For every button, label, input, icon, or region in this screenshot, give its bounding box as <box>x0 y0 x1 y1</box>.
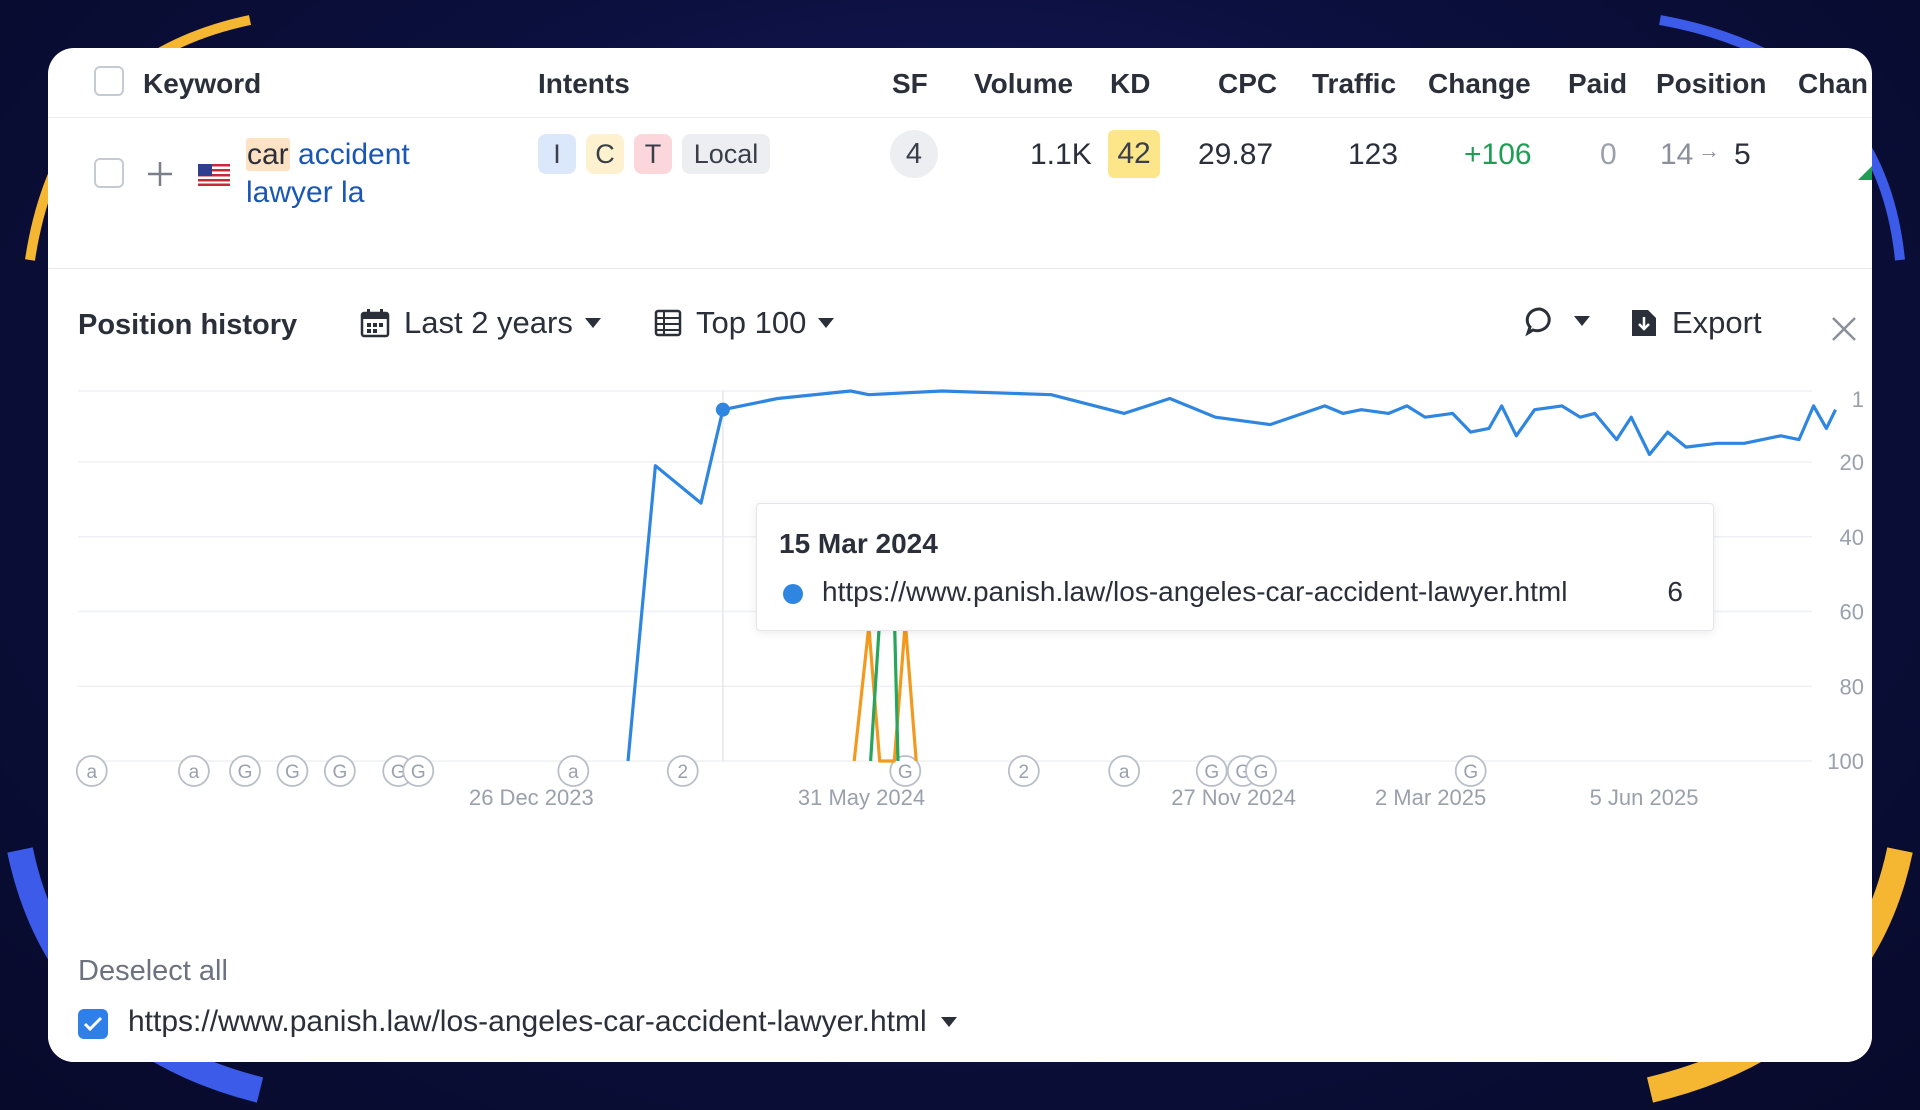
x-tick-label: 2 Mar 2025 <box>1375 785 1486 810</box>
keyword-text-1: accident <box>289 138 410 171</box>
row-checkbox[interactable] <box>94 158 124 188</box>
period-dropdown[interactable]: Last 2 years <box>360 305 601 341</box>
serp-feature-label: G <box>332 762 347 783</box>
serp-feature-label: G <box>238 762 253 783</box>
export-label: Export <box>1672 305 1762 340</box>
x-tick-label: 31 May 2024 <box>798 785 925 810</box>
position-from: 14 <box>1660 138 1694 171</box>
paid-value: 0 <box>1600 138 1617 171</box>
y-tick-label: 1 <box>1852 387 1864 412</box>
check-icon <box>83 1016 103 1032</box>
series-line <box>852 621 918 763</box>
volume-value: 1.1K <box>1030 138 1092 171</box>
comment-icon <box>1525 307 1551 337</box>
position-arrow: → <box>1698 138 1720 163</box>
header-keyword[interactable]: Keyword <box>143 68 261 100</box>
serp-feature-label: 2 <box>1019 762 1030 783</box>
close-icon[interactable] <box>1830 315 1858 343</box>
list-icon <box>654 309 682 337</box>
x-tick-label: 5 Jun 2025 <box>1590 785 1699 810</box>
traffic-value: 123 <box>1348 138 1399 171</box>
y-tick-label: 40 <box>1840 525 1864 550</box>
comment-dropdown[interactable] <box>1524 305 1590 337</box>
sf-badge[interactable]: 4 <box>890 130 938 178</box>
tooltip-value: 6 <box>1667 576 1683 607</box>
x-tick-label: 26 Dec 2023 <box>469 785 594 810</box>
deselect-all-link[interactable]: Deselect all <box>78 955 228 988</box>
serp-feature-label: 2 <box>677 762 688 783</box>
keyword-link[interactable]: car accident lawyer la <box>246 136 410 212</box>
top-dropdown[interactable]: Top 100 <box>654 305 835 341</box>
chart-tooltip: 15 Mar 2024 https://www.panish.law/los-a… <box>756 503 1714 631</box>
serp-feature-label: G <box>1254 762 1269 783</box>
header-position[interactable]: Position <box>1656 68 1766 100</box>
table-row: car accident lawyer la I C T Local 4 1.1… <box>48 118 1872 268</box>
tooltip-url: https://www.panish.law/los-angeles-car-a… <box>822 576 1568 607</box>
trend-up-icon <box>1858 166 1872 180</box>
serp-feature-label: G <box>1463 762 1478 783</box>
serp-feature-label: a <box>86 762 97 783</box>
keyword-text-2: lawyer la <box>246 176 365 209</box>
top-label: Top 100 <box>696 305 807 340</box>
serp-feature-label: G <box>1204 762 1219 783</box>
select-all-checkbox[interactable] <box>94 66 124 96</box>
header-kd[interactable]: KD <box>1110 68 1150 100</box>
tooltip-series-dot <box>783 584 803 604</box>
table-header: Keyword Intents SF Volume KD CPC Traffic… <box>48 48 1872 118</box>
highlighted-point <box>715 402 730 417</box>
url-label: https://www.panish.law/los-angeles-car-a… <box>128 1005 927 1038</box>
export-icon <box>1632 310 1656 336</box>
keyword-highlight: car <box>246 138 290 171</box>
period-label: Last 2 years <box>404 305 573 340</box>
chevron-down-icon <box>818 318 835 328</box>
header-traffic[interactable]: Traffic <box>1312 68 1396 100</box>
serp-feature-label: G <box>285 762 300 783</box>
us-flag-icon <box>198 164 230 186</box>
calendar-icon <box>360 309 390 338</box>
history-title: Position history <box>78 309 298 341</box>
serp-feature-label: a <box>568 762 579 783</box>
position-history-section: Position history Last 2 years Top 100 Ex… <box>48 268 1872 1062</box>
cpc-value: 29.87 <box>1198 138 1274 171</box>
serp-feature-label: G <box>898 762 913 783</box>
chevron-down-icon <box>940 1017 957 1027</box>
header-cpc[interactable]: CPC <box>1218 68 1277 100</box>
serp-feature-label: a <box>1119 762 1130 783</box>
change-value: +106 <box>1464 138 1532 171</box>
x-tick-label: 27 Nov 2024 <box>1171 785 1296 810</box>
position-to: 5 <box>1734 138 1751 171</box>
header-intents[interactable]: Intents <box>538 68 630 100</box>
header-change-2[interactable]: Chan <box>1798 68 1868 100</box>
add-keyword-icon[interactable] <box>146 160 174 188</box>
header-volume[interactable]: Volume <box>974 68 1073 100</box>
y-tick-label: 100 <box>1827 749 1864 774</box>
y-tick-label: 60 <box>1840 600 1864 625</box>
header-change[interactable]: Change <box>1428 68 1531 100</box>
intent-local: Local <box>682 134 770 174</box>
chevron-down-icon <box>1574 316 1590 326</box>
export-button[interactable]: Export <box>1630 305 1762 341</box>
intent-informational: I <box>538 134 576 174</box>
y-tick-label: 80 <box>1840 674 1864 699</box>
header-sf[interactable]: SF <box>892 68 928 100</box>
header-paid[interactable]: Paid <box>1568 68 1627 100</box>
keyword-panel: Keyword Intents SF Volume KD CPC Traffic… <box>48 48 1872 1062</box>
kd-badge: 42 <box>1108 130 1160 178</box>
intent-transactional: T <box>634 134 672 174</box>
serp-feature-label: a <box>189 762 200 783</box>
url-checkbox[interactable] <box>78 1009 108 1039</box>
serp-feature-label: G <box>411 762 426 783</box>
y-tick-label: 20 <box>1840 450 1864 475</box>
url-selector[interactable]: https://www.panish.law/los-angeles-car-a… <box>128 1005 957 1039</box>
chevron-down-icon <box>584 318 601 328</box>
intent-commercial: C <box>586 134 624 174</box>
tooltip-date: 15 Mar 2024 <box>779 528 938 559</box>
